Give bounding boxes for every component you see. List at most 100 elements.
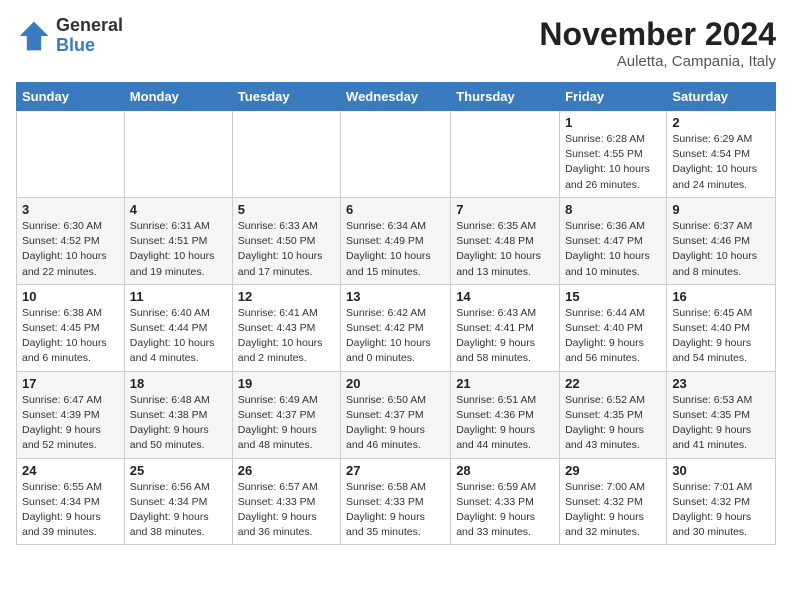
day-info: Sunrise: 6:30 AM Sunset: 4:52 PM Dayligh…	[22, 219, 119, 280]
day-info: Sunrise: 6:45 AM Sunset: 4:40 PM Dayligh…	[672, 306, 770, 367]
day-info: Sunrise: 6:28 AM Sunset: 4:55 PM Dayligh…	[565, 132, 661, 193]
day-info: Sunrise: 7:00 AM Sunset: 4:32 PM Dayligh…	[565, 480, 661, 541]
day-info: Sunrise: 6:56 AM Sunset: 4:34 PM Dayligh…	[130, 480, 227, 541]
logo: General Blue	[16, 16, 123, 56]
calendar-cell: 16 Sunrise: 6:45 AM Sunset: 4:40 PM Dayli…	[667, 284, 776, 371]
day-info: Sunrise: 6:34 AM Sunset: 4:49 PM Dayligh…	[346, 219, 445, 280]
weekday-header: Monday	[124, 83, 232, 111]
day-number: 5	[238, 202, 335, 217]
day-number: 27	[346, 463, 445, 478]
day-number: 3	[22, 202, 119, 217]
calendar-week-row: 17 Sunrise: 6:47 AM Sunset: 4:39 PM Dayli…	[17, 371, 776, 458]
weekday-header: Sunday	[17, 83, 125, 111]
day-number: 2	[672, 115, 770, 130]
location: Auletta, Campania, Italy	[539, 53, 776, 70]
day-info: Sunrise: 6:48 AM Sunset: 4:38 PM Dayligh…	[130, 393, 227, 454]
day-number: 1	[565, 115, 661, 130]
day-info: Sunrise: 6:40 AM Sunset: 4:44 PM Dayligh…	[130, 306, 227, 367]
day-info: Sunrise: 6:38 AM Sunset: 4:45 PM Dayligh…	[22, 306, 119, 367]
day-number: 9	[672, 202, 770, 217]
day-number: 8	[565, 202, 661, 217]
day-number: 24	[22, 463, 119, 478]
calendar-cell: 15Sunrise: 6:44 AM Sunset: 4:40 PM Dayli…	[560, 284, 667, 371]
day-info: Sunrise: 6:31 AM Sunset: 4:51 PM Dayligh…	[130, 219, 227, 280]
calendar-cell: 1 Sunrise: 6:28 AM Sunset: 4:55 PM Daylig…	[560, 111, 667, 198]
day-number: 21	[456, 376, 554, 391]
calendar-cell: 23Sunrise: 6:53 AM Sunset: 4:35 PM Dayli…	[667, 371, 776, 458]
day-number: 29	[565, 463, 661, 478]
day-number: 16	[672, 289, 770, 304]
day-number: 22	[565, 376, 661, 391]
title-block: November 2024 Auletta, Campania, Italy	[539, 16, 776, 70]
logo-text: General Blue	[56, 16, 123, 56]
day-info: Sunrise: 6:59 AM Sunset: 4:33 PM Dayligh…	[456, 480, 554, 541]
calendar-cell: 29 Sunrise: 7:00 AM Sunset: 4:32 PM Dayli…	[560, 458, 667, 545]
logo-general: General	[56, 16, 123, 36]
calendar-week-row: 1 Sunrise: 6:28 AM Sunset: 4:55 PM Daylig…	[17, 111, 776, 198]
calendar-cell: 27 Sunrise: 6:58 AM Sunset: 4:33 PM Dayli…	[341, 458, 451, 545]
calendar-cell	[17, 111, 125, 198]
calendar-cell	[232, 111, 340, 198]
day-number: 12	[238, 289, 335, 304]
calendar-cell: 2Sunrise: 6:29 AM Sunset: 4:54 PM Daylig…	[667, 111, 776, 198]
calendar-cell: 19 Sunrise: 6:49 AM Sunset: 4:37 PM Dayli…	[232, 371, 340, 458]
calendar-cell: 21 Sunrise: 6:51 AM Sunset: 4:36 PM Dayli…	[451, 371, 560, 458]
day-number: 15	[565, 289, 661, 304]
weekday-header: Saturday	[667, 83, 776, 111]
calendar-header: SundayMondayTuesdayWednesdayThursdayFrid…	[17, 83, 776, 111]
logo-blue: Blue	[56, 36, 123, 56]
day-number: 25	[130, 463, 227, 478]
day-info: Sunrise: 6:47 AM Sunset: 4:39 PM Dayligh…	[22, 393, 119, 454]
day-number: 26	[238, 463, 335, 478]
calendar-cell: 20 Sunrise: 6:50 AM Sunset: 4:37 PM Dayli…	[341, 371, 451, 458]
month-title: November 2024	[539, 16, 776, 53]
day-info: Sunrise: 6:37 AM Sunset: 4:46 PM Dayligh…	[672, 219, 770, 280]
day-number: 19	[238, 376, 335, 391]
day-info: Sunrise: 6:43 AM Sunset: 4:41 PM Dayligh…	[456, 306, 554, 367]
calendar-cell: 7Sunrise: 6:35 AM Sunset: 4:48 PM Daylig…	[451, 197, 560, 284]
day-info: Sunrise: 6:51 AM Sunset: 4:36 PM Dayligh…	[456, 393, 554, 454]
calendar-week-row: 24 Sunrise: 6:55 AM Sunset: 4:34 PM Dayli…	[17, 458, 776, 545]
day-info: Sunrise: 6:58 AM Sunset: 4:33 PM Dayligh…	[346, 480, 445, 541]
day-number: 18	[130, 376, 227, 391]
calendar-cell: 6Sunrise: 6:34 AM Sunset: 4:49 PM Daylig…	[341, 197, 451, 284]
weekday-header: Tuesday	[232, 83, 340, 111]
day-info: Sunrise: 6:55 AM Sunset: 4:34 PM Dayligh…	[22, 480, 119, 541]
calendar-cell: 10 Sunrise: 6:38 AM Sunset: 4:45 PM Dayli…	[17, 284, 125, 371]
logo-icon	[16, 18, 52, 54]
calendar-cell: 25 Sunrise: 6:56 AM Sunset: 4:34 PM Dayli…	[124, 458, 232, 545]
day-info: Sunrise: 6:36 AM Sunset: 4:47 PM Dayligh…	[565, 219, 661, 280]
calendar-cell: 12Sunrise: 6:41 AM Sunset: 4:43 PM Dayli…	[232, 284, 340, 371]
calendar-cell	[341, 111, 451, 198]
day-info: Sunrise: 6:50 AM Sunset: 4:37 PM Dayligh…	[346, 393, 445, 454]
weekday-row: SundayMondayTuesdayWednesdayThursdayFrid…	[17, 83, 776, 111]
calendar-cell: 13 Sunrise: 6:42 AM Sunset: 4:42 PM Dayli…	[341, 284, 451, 371]
calendar-table: SundayMondayTuesdayWednesdayThursdayFrid…	[16, 82, 776, 545]
day-number: 4	[130, 202, 227, 217]
calendar-week-row: 10 Sunrise: 6:38 AM Sunset: 4:45 PM Dayli…	[17, 284, 776, 371]
day-info: Sunrise: 6:33 AM Sunset: 4:50 PM Dayligh…	[238, 219, 335, 280]
calendar-cell: 22Sunrise: 6:52 AM Sunset: 4:35 PM Dayli…	[560, 371, 667, 458]
calendar-cell: 30 Sunrise: 7:01 AM Sunset: 4:32 PM Dayli…	[667, 458, 776, 545]
day-number: 13	[346, 289, 445, 304]
calendar-cell	[451, 111, 560, 198]
calendar-cell: 8 Sunrise: 6:36 AM Sunset: 4:47 PM Daylig…	[560, 197, 667, 284]
day-info: Sunrise: 6:49 AM Sunset: 4:37 PM Dayligh…	[238, 393, 335, 454]
calendar-cell: 17 Sunrise: 6:47 AM Sunset: 4:39 PM Dayli…	[17, 371, 125, 458]
day-number: 17	[22, 376, 119, 391]
calendar-cell: 24 Sunrise: 6:55 AM Sunset: 4:34 PM Dayli…	[17, 458, 125, 545]
day-number: 10	[22, 289, 119, 304]
calendar-cell: 4 Sunrise: 6:31 AM Sunset: 4:51 PM Daylig…	[124, 197, 232, 284]
calendar-cell: 11 Sunrise: 6:40 AM Sunset: 4:44 PM Dayli…	[124, 284, 232, 371]
weekday-header: Thursday	[451, 83, 560, 111]
day-number: 20	[346, 376, 445, 391]
calendar-cell	[124, 111, 232, 198]
day-info: Sunrise: 7:01 AM Sunset: 4:32 PM Dayligh…	[672, 480, 770, 541]
day-info: Sunrise: 6:53 AM Sunset: 4:35 PM Dayligh…	[672, 393, 770, 454]
day-number: 11	[130, 289, 227, 304]
calendar-week-row: 3 Sunrise: 6:30 AM Sunset: 4:52 PM Daylig…	[17, 197, 776, 284]
day-info: Sunrise: 6:42 AM Sunset: 4:42 PM Dayligh…	[346, 306, 445, 367]
day-number: 30	[672, 463, 770, 478]
calendar-body: 1 Sunrise: 6:28 AM Sunset: 4:55 PM Daylig…	[17, 111, 776, 545]
weekday-header: Friday	[560, 83, 667, 111]
